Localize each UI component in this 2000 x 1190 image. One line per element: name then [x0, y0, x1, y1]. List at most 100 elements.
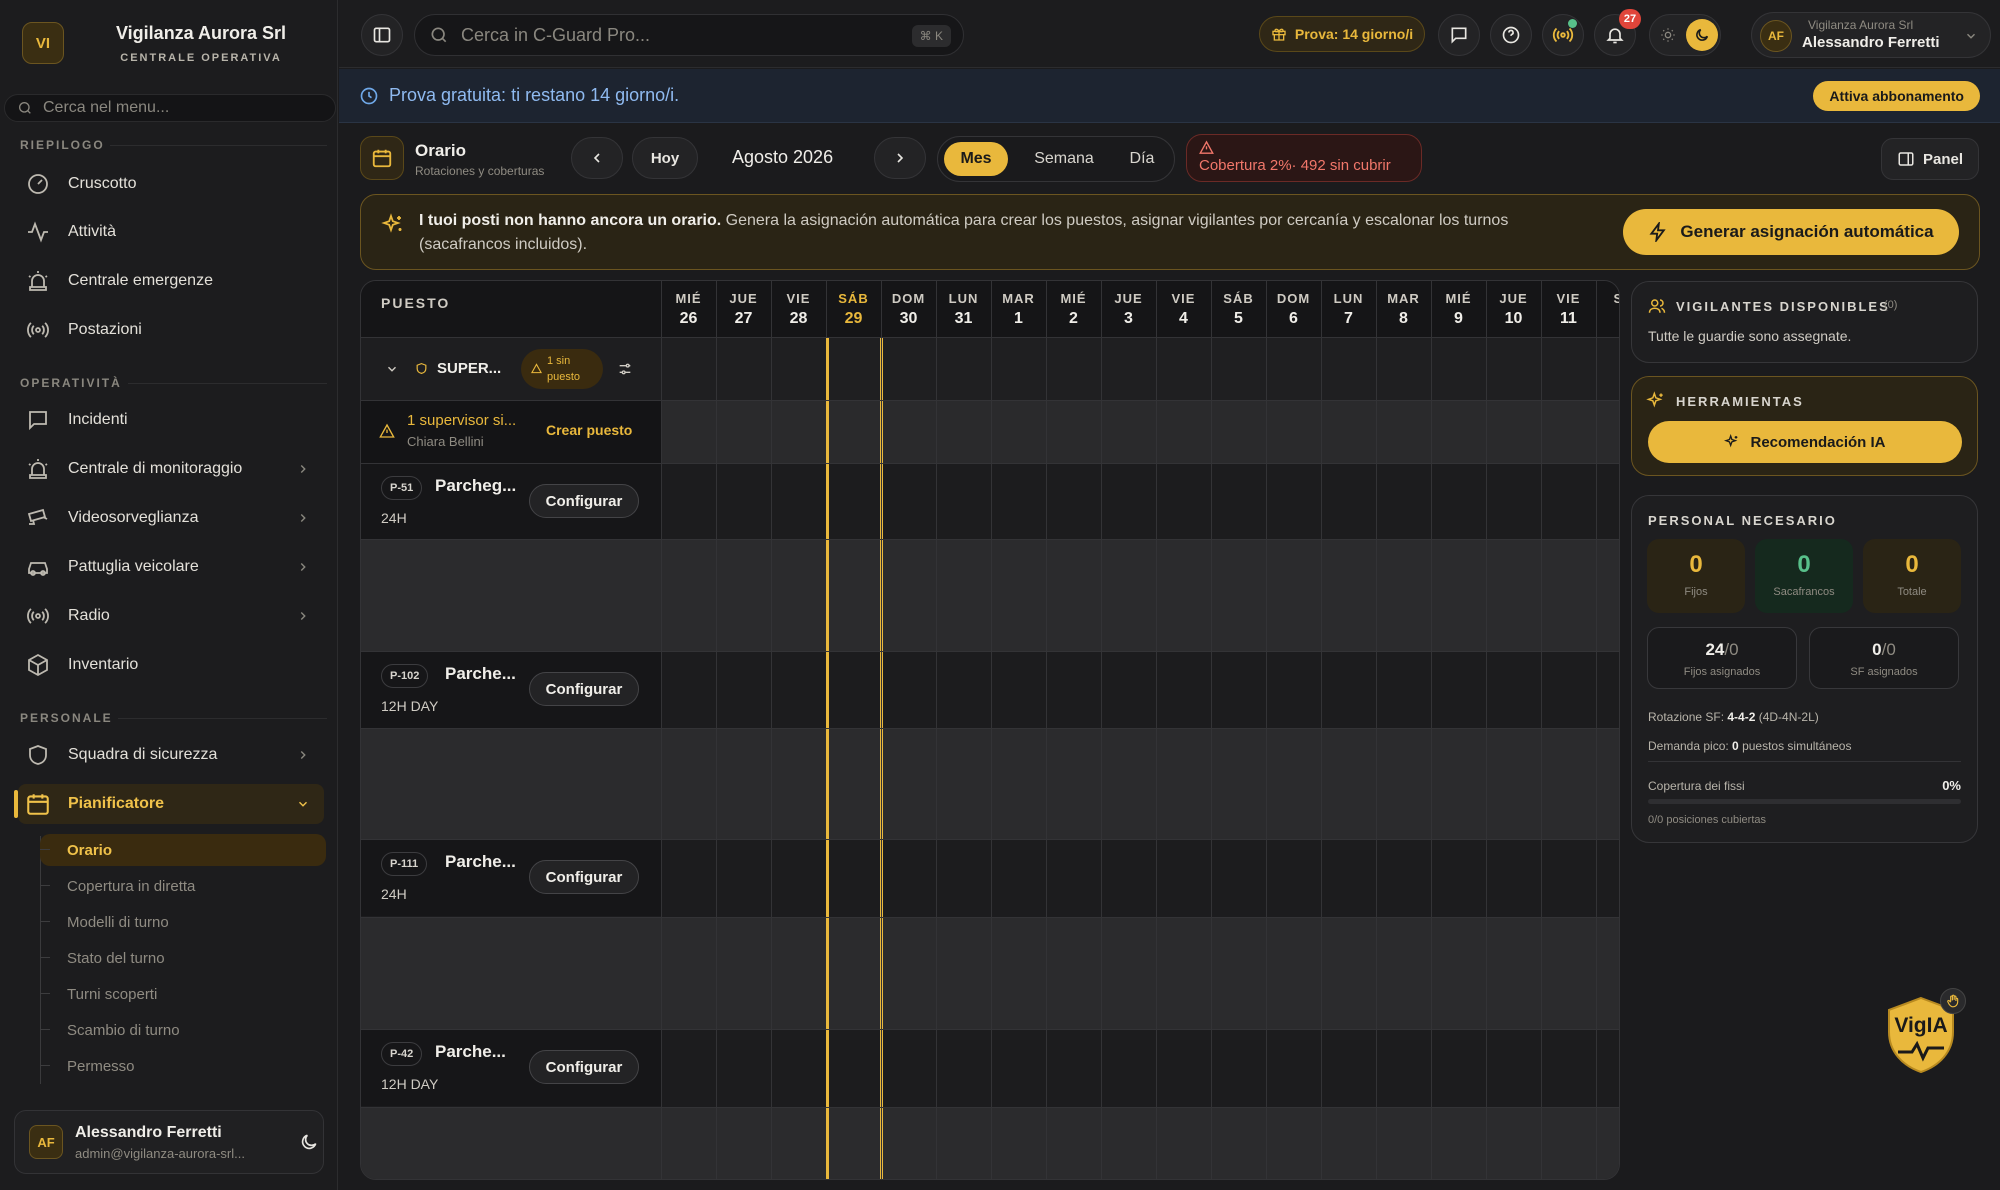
subnav-item[interactable]: Stato del turno — [40, 942, 326, 974]
configure-button[interactable]: Configurar — [529, 484, 639, 518]
subnav-tick — [40, 849, 50, 850]
account-menu[interactable]: AF Vigilanza Aurora Srl Alessandro Ferre… — [1751, 12, 1991, 58]
cctv-icon — [24, 504, 52, 532]
subnav-label: Stato del turno — [67, 949, 165, 967]
column-divider — [1541, 281, 1542, 1179]
user-card[interactable]: AF Alessandro Ferretti admin@vigilanza-a… — [14, 1110, 324, 1174]
global-search-input[interactable]: Cerca in C-Guard Pro... ⌘ K — [414, 14, 964, 56]
alert-triangle-icon — [379, 423, 395, 438]
divider — [1648, 761, 1961, 762]
configure-button[interactable]: Configurar — [529, 672, 639, 706]
positions-covered: 0/0 posiciones cubiertas — [1648, 814, 1767, 826]
subnav-item[interactable]: Modelli di turno — [40, 906, 326, 938]
menu-search-input[interactable]: Cerca nel menu... — [4, 94, 336, 122]
chevron-down-icon[interactable] — [385, 362, 399, 376]
coverage-warning[interactable]: Cobertura 2%· 492 sin cubrir — [1186, 134, 1422, 182]
day-number: 3 — [1124, 310, 1133, 327]
day-header: SÁ 1 — [1596, 281, 1619, 337]
theme-toggle[interactable] — [1649, 14, 1721, 56]
badge-line-2: puesto — [547, 371, 581, 383]
group-row-supervisors[interactable]: SUPER... 1 sin puesto — [361, 337, 661, 400]
stat-label: Fijos — [1684, 586, 1708, 598]
nav-item-squadra[interactable]: Squadra di sicurezza — [18, 735, 324, 775]
coverage-value: 0% — [1942, 778, 1961, 793]
day-header: VIE 4 — [1156, 281, 1211, 337]
view-week-tab[interactable]: Semana — [1018, 142, 1110, 176]
available-guards-card: VIGILANTES DISPONIBLES (0) Tutte le guar… — [1631, 281, 1978, 363]
trial-pill[interactable]: Prova: 14 giorno/i — [1259, 16, 1425, 52]
nav-item-pattuglia-veicolare[interactable]: Pattuglia veicolare — [18, 547, 324, 587]
row-divider — [361, 917, 1619, 918]
next-period-button[interactable] — [874, 137, 926, 179]
nav-item-attivita[interactable]: Attività — [18, 212, 324, 252]
day-number: 26 — [679, 310, 698, 327]
sidebar-toggle-button[interactable] — [361, 14, 403, 56]
post-row[interactable]: P-42 Parche... 12H DAY Configurar — [361, 1030, 661, 1106]
nav-item-postazioni[interactable]: Postazioni — [18, 310, 324, 350]
assigned-label: Fijos asignados — [1683, 666, 1761, 678]
prev-period-button[interactable] — [571, 137, 623, 179]
post-row[interactable]: P-102 Parche... 12H DAY Configurar — [361, 652, 661, 728]
view-month-tab[interactable]: Mes — [944, 142, 1008, 176]
subnav-item[interactable]: Scambio di turno — [40, 1014, 326, 1046]
activate-subscription-button[interactable]: Attiva abbonamento — [1813, 81, 1980, 111]
post-row[interactable]: P-51 Parcheg... 24H Configurar — [361, 464, 661, 540]
day-of-week: JUE — [729, 291, 758, 306]
view-day-tab[interactable]: Día — [1114, 142, 1170, 176]
subnav-tick — [40, 1029, 50, 1030]
vigia-label: VigIA — [1894, 1014, 1948, 1037]
messages-button[interactable] — [1438, 14, 1480, 56]
sliders-icon[interactable] — [617, 361, 633, 377]
nav-item-centrale-monitoraggio[interactable]: Centrale di monitoraggio — [18, 449, 324, 489]
subnav-item[interactable]: Copertura in diretta — [40, 870, 326, 902]
radio-status-button[interactable] — [1542, 14, 1584, 56]
post-row[interactable]: P-111 Parche... 24H Configurar — [361, 840, 661, 916]
subnav-tick — [40, 993, 50, 994]
section-label-riepilogo: RIEPILOGO — [20, 138, 105, 152]
grid-header-label: PUESTO — [381, 295, 451, 311]
day-header: MIÉ 9 — [1431, 281, 1486, 337]
sparkles-icon — [1646, 391, 1663, 408]
sidebar-toggle-icon — [373, 27, 391, 43]
day-number: 31 — [954, 310, 973, 327]
user-email: admin@vigilanza-aurora-srl... — [75, 1145, 245, 1161]
configure-button[interactable]: Configurar — [529, 860, 639, 894]
day-of-week: LUN — [948, 291, 979, 306]
gift-icon — [1272, 28, 1286, 41]
create-post-button[interactable]: Crear puesto — [546, 422, 632, 438]
nav-label: Incidenti — [68, 411, 128, 428]
ai-recommendation-button[interactable]: Recomendación IA — [1648, 421, 1962, 463]
nav-item-pianificatore[interactable]: Pianificatore — [18, 784, 324, 824]
configure-button[interactable]: Configurar — [529, 1050, 639, 1084]
subnav-item[interactable]: Orario — [40, 834, 326, 866]
nav-item-videosorveglianza[interactable]: Videosorveglianza — [18, 498, 324, 538]
subnav-item[interactable]: Permesso — [40, 1050, 326, 1082]
moon-icon[interactable] — [299, 1132, 319, 1152]
nav-item-centrale-emergenze[interactable]: Centrale emergenze — [18, 261, 324, 301]
brand[interactable]: VI Vigilanza Aurora Srl CENTRALE OPERATI… — [22, 22, 286, 64]
generate-auto-assignment-button[interactable]: Generar asignación automática — [1623, 209, 1959, 255]
column-divider — [1376, 281, 1377, 1179]
page-subtitle: Rotaciones y coberturas — [415, 164, 545, 178]
subnav-label: Permesso — [67, 1057, 135, 1075]
subnav-item[interactable]: Turni scoperti — [40, 978, 326, 1010]
nav-item-incidenti[interactable]: Incidenti — [18, 400, 324, 440]
help-button[interactable] — [1490, 14, 1532, 56]
column-divider — [991, 281, 992, 1179]
nav-item-radio[interactable]: Radio — [18, 596, 324, 636]
day-number: 6 — [1289, 310, 1298, 327]
day-of-week: LUN — [1333, 291, 1364, 306]
rotation-value: 4-4-2 — [1727, 710, 1756, 724]
notifications-button[interactable]: 27 — [1594, 9, 1641, 56]
day-header: MIÉ 26 — [661, 281, 716, 337]
day-header: JUE 27 — [716, 281, 771, 337]
today-button[interactable]: Hoy — [632, 137, 698, 179]
post-name: Parcheg... — [435, 476, 517, 495]
subnav-tick — [40, 921, 50, 922]
nav-item-inventario[interactable]: Inventario — [18, 645, 324, 685]
vigia-assistant-button[interactable]: VigIA — [1880, 988, 1966, 1076]
nav-item-cruscotto[interactable]: Cruscotto — [18, 164, 324, 204]
day-number: 8 — [1399, 310, 1408, 327]
column-divider — [716, 281, 717, 1179]
panel-toggle-button[interactable]: Panel — [1881, 138, 1979, 180]
